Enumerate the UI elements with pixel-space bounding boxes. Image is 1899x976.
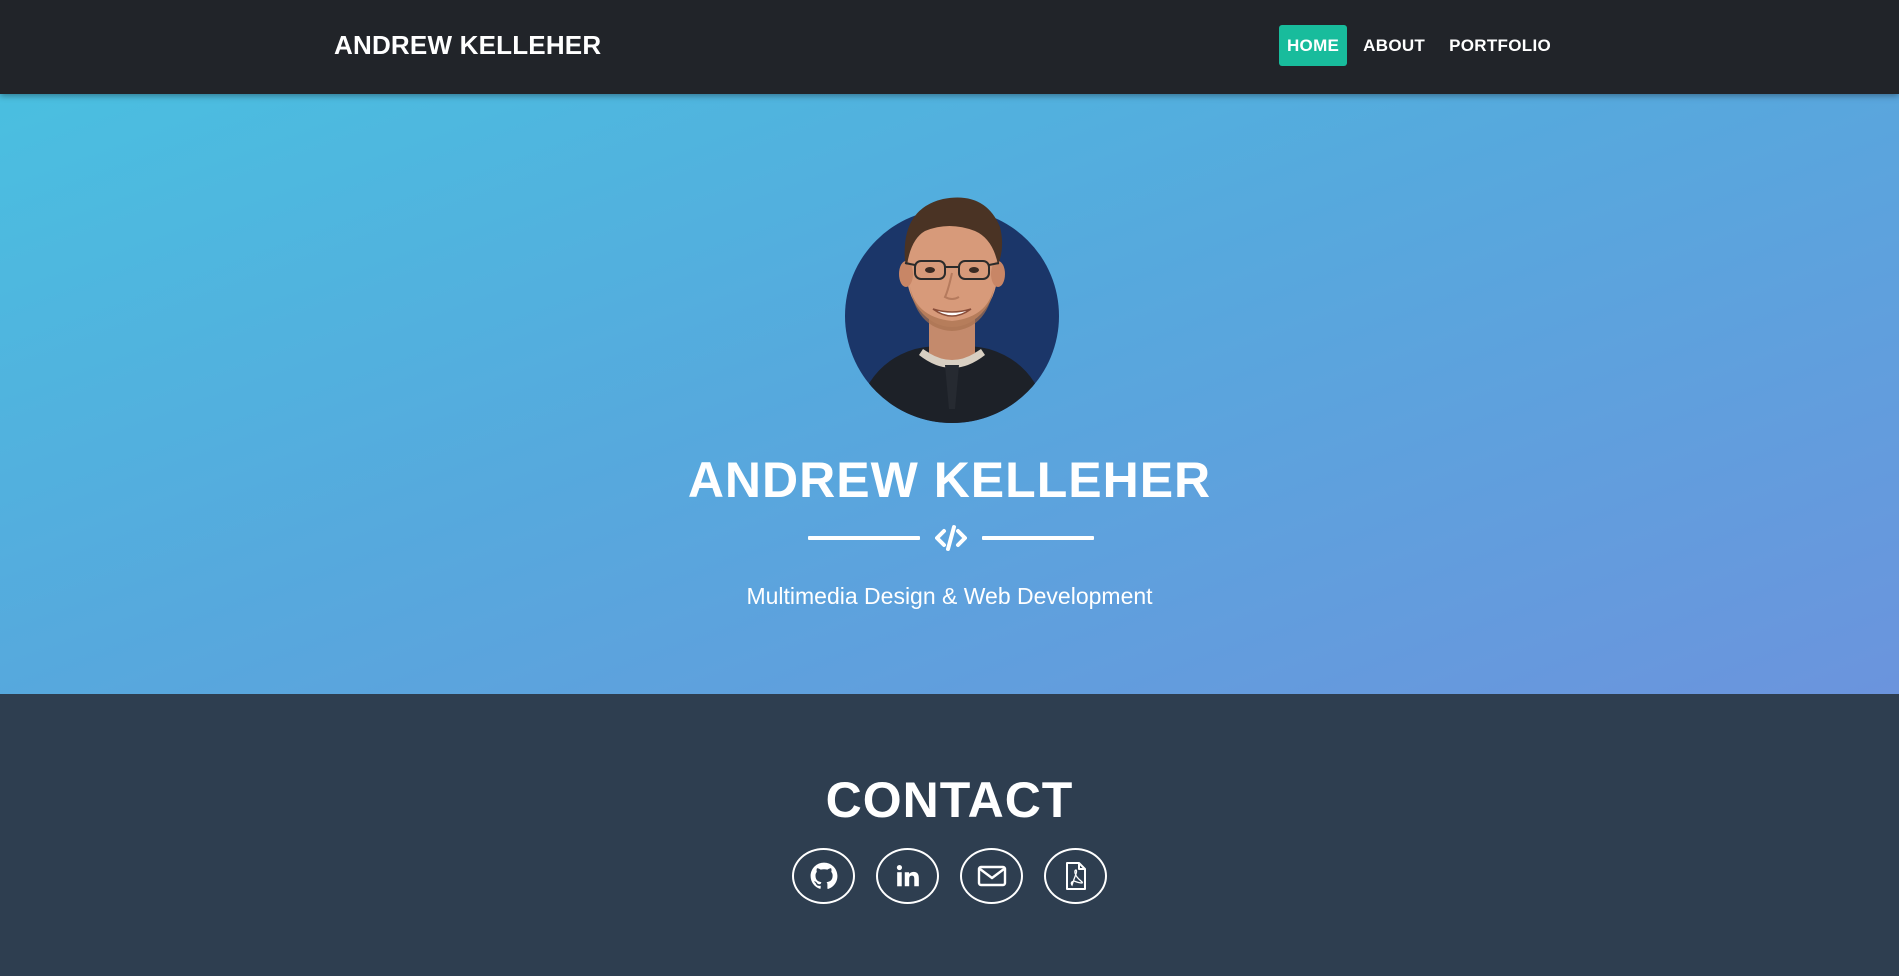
github-link[interactable]: [792, 848, 855, 904]
contact-title: CONTACT: [825, 772, 1074, 828]
divider-line-right: [982, 536, 1094, 540]
github-icon: [810, 862, 837, 889]
linkedin-icon: [896, 864, 919, 887]
nav-link-home[interactable]: HOME: [1278, 25, 1348, 66]
nav-link-portfolio[interactable]: PORTFOLIO: [1441, 25, 1559, 66]
resume-pdf-link[interactable]: [1044, 848, 1107, 904]
hero-title: ANDREW KELLEHER: [687, 452, 1212, 508]
hero-section: ANDREW KELLEHER Multimedia Design & Web …: [0, 94, 1899, 694]
nav-link-about[interactable]: ABOUT: [1355, 25, 1433, 66]
file-pdf-icon: [1065, 862, 1086, 890]
linkedin-link[interactable]: [876, 848, 939, 904]
nav-links: HOME ABOUT PORTFOLIO: [1278, 25, 1559, 66]
avatar: [845, 169, 1059, 423]
contact-section: CONTACT: [0, 694, 1899, 976]
brand-logo-link[interactable]: ANDREW KELLEHER: [334, 30, 601, 60]
divider-line-left: [808, 536, 920, 540]
envelope-icon: [977, 865, 1006, 887]
social-links: [0, 848, 1899, 904]
star-divider: [808, 522, 1094, 552]
code-icon: [935, 525, 967, 551]
email-link[interactable]: [960, 848, 1023, 904]
hero-subtitle: Multimedia Design & Web Development: [746, 583, 1153, 609]
navbar: ANDREW KELLEHER HOME ABOUT PORTFOLIO: [0, 0, 1899, 94]
profile-photo: [855, 197, 1049, 423]
